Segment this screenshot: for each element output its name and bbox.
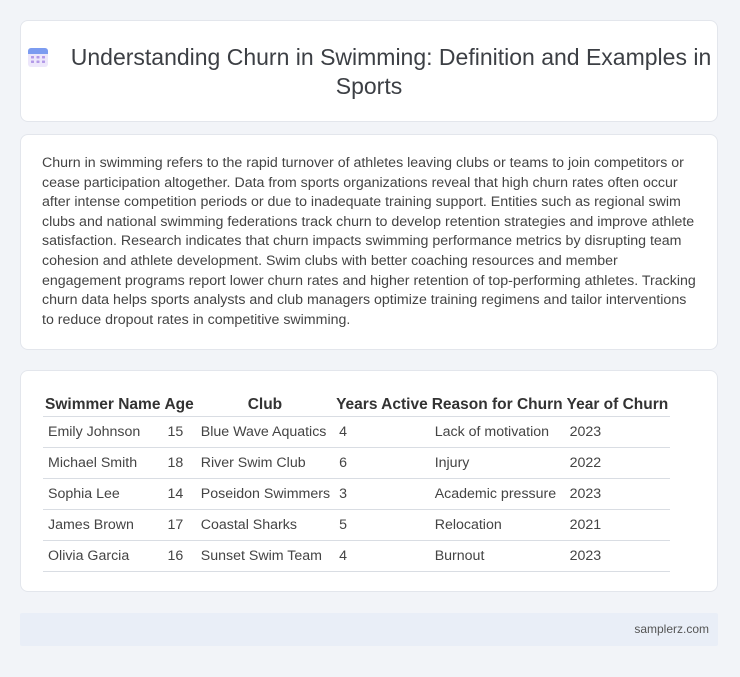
cell-reason: Academic pressure [429, 478, 565, 510]
table-card: Swimmer Name Age Club Years Active Reaso… [20, 370, 718, 592]
cell-club: Blue Wave Aquatics [195, 416, 335, 448]
table-header-row: Swimmer Name Age Club Years Active Reaso… [43, 393, 671, 417]
header-reason: Reason for Churn [429, 393, 565, 417]
cell-reason: Injury [429, 447, 565, 479]
header-swimmer-name: Swimmer Name [43, 393, 163, 417]
cell-name: James Brown [43, 509, 163, 541]
table-row: James Brown 17 Coastal Sharks 5 Relocati… [43, 509, 671, 541]
footer: samplerz.com [20, 613, 718, 646]
churn-table: Swimmer Name Age Club Years Active Reaso… [43, 393, 671, 572]
cell-club: Poseidon Swimmers [195, 478, 335, 510]
cell-club: Coastal Sharks [195, 509, 335, 541]
table-row: Emily Johnson 15 Blue Wave Aquatics 4 La… [43, 416, 671, 448]
cell-name: Olivia Garcia [43, 540, 163, 572]
cell-age: 16 [162, 540, 196, 572]
cell-reason: Relocation [429, 509, 565, 541]
page-title-text: Understanding Churn in Swimming: Definit… [70, 44, 712, 99]
header-year-of-churn: Year of Churn [564, 393, 671, 417]
cell-club: River Swim Club [195, 447, 335, 479]
cell-year: 2023 [564, 540, 671, 572]
cell-name: Emily Johnson [43, 416, 163, 448]
cell-age: 18 [162, 447, 196, 479]
description-text: Churn in swimming refers to the rapid tu… [42, 155, 696, 328]
description-card: Churn in swimming refers to the rapid tu… [20, 134, 718, 350]
cell-reason: Burnout [429, 540, 565, 572]
cell-years-active: 6 [334, 447, 430, 479]
calendar-icon [27, 48, 48, 67]
cell-age: 17 [162, 509, 196, 541]
table-row: Michael Smith 18 River Swim Club 6 Injur… [43, 447, 671, 479]
header-years-active: Years Active [334, 393, 430, 417]
cell-year: 2023 [564, 416, 671, 448]
footer-link[interactable]: samplerz.com [634, 622, 709, 636]
cell-years-active: 4 [334, 540, 430, 572]
cell-age: 15 [162, 416, 196, 448]
header-club: Club [195, 393, 335, 417]
table-row: Sophia Lee 14 Poseidon Swimmers 3 Academ… [43, 478, 671, 510]
page-title: Understanding Churn in Swimming: Definit… [21, 43, 717, 101]
cell-name: Sophia Lee [43, 478, 163, 510]
cell-year: 2022 [564, 447, 671, 479]
cell-name: Michael Smith [43, 447, 163, 479]
cell-years-active: 3 [334, 478, 430, 510]
cell-club: Sunset Swim Team [195, 540, 335, 572]
cell-years-active: 4 [334, 416, 430, 448]
title-card: Understanding Churn in Swimming: Definit… [20, 20, 718, 122]
cell-year: 2023 [564, 478, 671, 510]
cell-age: 14 [162, 478, 196, 510]
cell-years-active: 5 [334, 509, 430, 541]
cell-year: 2021 [564, 509, 671, 541]
title-wrap: Understanding Churn in Swimming: Definit… [21, 43, 717, 101]
cell-reason: Lack of motivation [429, 416, 565, 448]
header-age: Age [162, 393, 196, 417]
table-row: Olivia Garcia 16 Sunset Swim Team 4 Burn… [43, 540, 671, 572]
